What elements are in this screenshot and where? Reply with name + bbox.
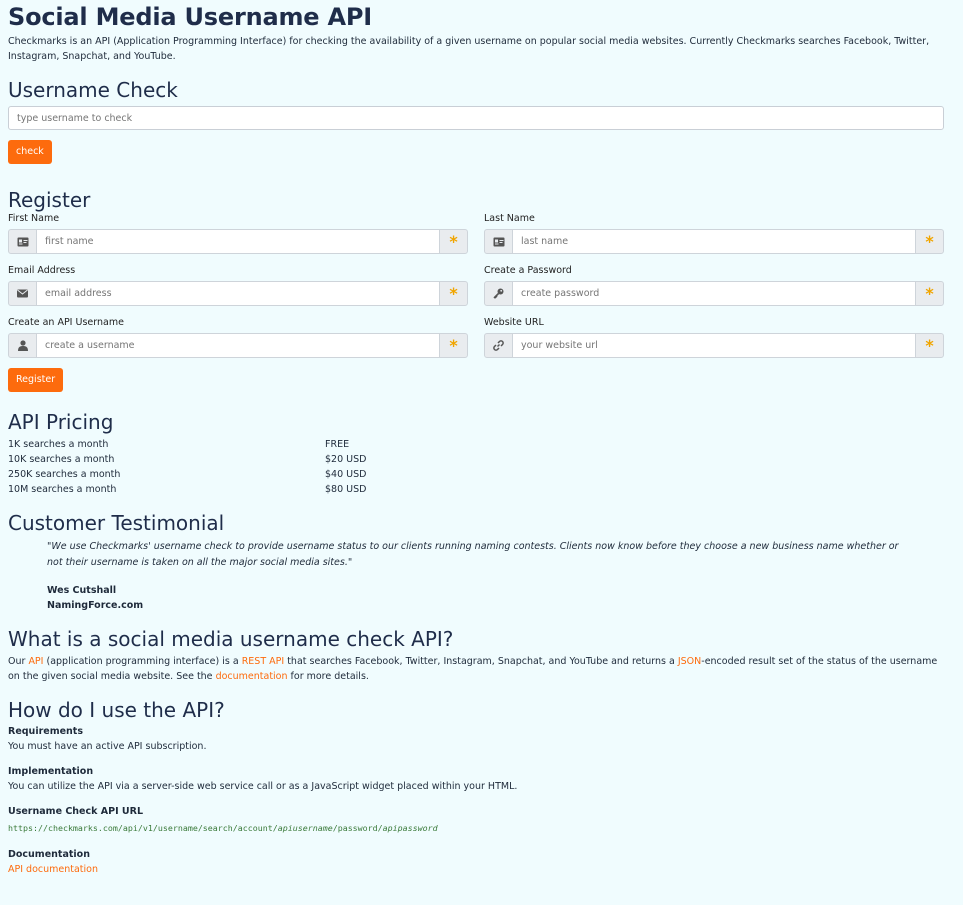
documentation-link[interactable]: documentation bbox=[216, 671, 288, 682]
requirements-title: Requirements bbox=[8, 726, 84, 737]
page-title: Social Media Username API bbox=[8, 3, 373, 31]
what-text: Our API (application programming interfa… bbox=[8, 656, 938, 682]
intro-text: Checkmarks is an API (Application Progra… bbox=[8, 36, 930, 62]
requirements-text: You must have an active API subscription… bbox=[8, 741, 207, 752]
pricing-tier: 10M searches a month bbox=[8, 484, 117, 495]
api-documentation-link[interactable]: API documentation bbox=[8, 864, 98, 875]
link-icon bbox=[484, 333, 513, 358]
required-asterisk-icon: * bbox=[439, 333, 468, 358]
website-label: Website URL bbox=[484, 317, 544, 328]
last-name-label: Last Name bbox=[484, 213, 535, 224]
implementation-text: You can utilize the API via a server-sid… bbox=[8, 781, 518, 792]
testimonial-quote-block: "We use Checkmarks' username check to pr… bbox=[47, 539, 907, 613]
required-asterisk-icon: * bbox=[915, 333, 944, 358]
api-url-title: Username Check API URL bbox=[8, 806, 143, 817]
documentation-section: Documentation API documentation bbox=[8, 847, 955, 877]
last-name-field: Last Name * bbox=[484, 212, 944, 254]
required-asterisk-icon: * bbox=[915, 229, 944, 254]
pricing-heading: API Pricing bbox=[8, 410, 114, 434]
implementation-title: Implementation bbox=[8, 766, 94, 777]
register-heading: Register bbox=[8, 188, 91, 212]
pricing-tier: 10K searches a month bbox=[8, 454, 115, 465]
pricing-row: 10K searches a month $20 USD bbox=[8, 452, 955, 467]
pricing-row: 10M searches a month $80 USD bbox=[8, 482, 955, 497]
json-link[interactable]: JSON bbox=[678, 656, 701, 667]
password-field: Create a Password * bbox=[484, 264, 944, 306]
api-username-label: Create an API Username bbox=[8, 317, 124, 328]
api-url-code: https://checkmarks.com/api/v1/username/s… bbox=[8, 823, 438, 833]
testimonial-quote: "We use Checkmarks' username check to pr… bbox=[47, 541, 899, 568]
envelope-icon bbox=[8, 281, 37, 306]
required-asterisk-icon: * bbox=[439, 229, 468, 254]
id-card-icon bbox=[484, 229, 513, 254]
pricing-table: 1K searches a month FREE 10K searches a m… bbox=[8, 437, 955, 497]
first-name-label: First Name bbox=[8, 213, 60, 224]
email-input[interactable] bbox=[37, 281, 439, 306]
requirements-section: Requirements You must have an active API… bbox=[8, 724, 955, 754]
check-button[interactable]: check bbox=[8, 140, 52, 164]
what-heading: What is a social media username check AP… bbox=[8, 627, 454, 651]
email-label: Email Address bbox=[8, 265, 76, 276]
website-input[interactable] bbox=[513, 333, 915, 358]
username-search-input[interactable] bbox=[8, 106, 944, 130]
testimonial-author: Wes Cutshall NamingForce.com bbox=[47, 583, 907, 613]
last-name-input[interactable] bbox=[513, 229, 915, 254]
first-name-field: First Name * bbox=[8, 212, 468, 254]
password-label: Create a Password bbox=[484, 265, 572, 276]
pricing-price: $80 USD bbox=[325, 484, 367, 495]
how-heading: How do I use the API? bbox=[8, 698, 225, 722]
pricing-tier: 1K searches a month bbox=[8, 439, 109, 450]
id-card-icon bbox=[8, 229, 37, 254]
rest-api-link[interactable]: REST API bbox=[242, 656, 285, 667]
required-asterisk-icon: * bbox=[915, 281, 944, 306]
documentation-title: Documentation bbox=[8, 849, 90, 860]
api-url-section: Username Check API URL https://checkmark… bbox=[8, 804, 955, 837]
email-field: Email Address * bbox=[8, 264, 468, 306]
first-name-input[interactable] bbox=[37, 229, 439, 254]
user-icon bbox=[8, 333, 37, 358]
password-input[interactable] bbox=[513, 281, 915, 306]
pricing-tier: 250K searches a month bbox=[8, 469, 121, 480]
testimonial-heading: Customer Testimonial bbox=[8, 511, 225, 535]
api-link[interactable]: API bbox=[28, 656, 43, 667]
page: Social Media Username API Checkmarks is … bbox=[0, 0, 963, 877]
testimonial-author-name: Wes Cutshall bbox=[47, 585, 117, 596]
key-icon bbox=[484, 281, 513, 306]
required-asterisk-icon: * bbox=[439, 281, 468, 306]
api-username-field: Create an API Username * bbox=[8, 316, 468, 358]
register-button[interactable]: Register bbox=[8, 368, 64, 392]
pricing-price: $20 USD bbox=[325, 454, 367, 465]
pricing-price: $40 USD bbox=[325, 469, 367, 480]
testimonial-author-company: NamingForce.com bbox=[47, 600, 144, 611]
register-form: First Name * Last Name * Email Address bbox=[8, 212, 955, 368]
api-username-input[interactable] bbox=[37, 333, 439, 358]
implementation-section: Implementation You can utilize the API v… bbox=[8, 764, 955, 794]
website-field: Website URL * bbox=[484, 316, 944, 358]
pricing-price: FREE bbox=[325, 439, 350, 450]
pricing-row: 250K searches a month $40 USD bbox=[8, 467, 955, 482]
username-check-heading: Username Check bbox=[8, 78, 178, 102]
pricing-row: 1K searches a month FREE bbox=[8, 437, 955, 452]
